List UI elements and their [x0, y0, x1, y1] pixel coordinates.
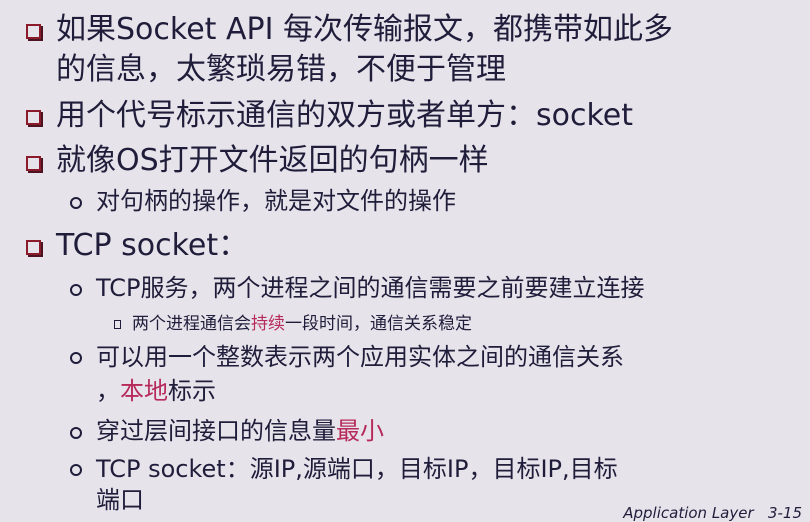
bullet-1-line-1: 如果Socket API 每次传输报文，都携带如此多: [56, 12, 673, 47]
footer-label: Application Layer: [623, 504, 754, 522]
slide: 如果Socket API 每次传输报文，都携带如此多 的信息，太繁琐易错，不便于…: [0, 0, 810, 522]
circle-bullet-icon: [70, 427, 82, 439]
bullet-3-text: 就像OS打开文件返回的句柄一样: [56, 143, 489, 178]
small-square-bullet-icon: [114, 320, 121, 329]
bullet-4-1-text: TCP服务，两个进程之间的通信需要之前要建立连接: [96, 274, 645, 302]
bullet-2-text: 用个代号标示通信的双方或者单方：socket: [56, 98, 634, 133]
page-number: 3-15: [767, 504, 802, 522]
bullet-4-3-highlight: 最小: [336, 417, 384, 445]
square-bullet-icon: [26, 156, 41, 171]
square-bullet-icon: [26, 240, 41, 255]
slide-footer: Application Layer 3-15: [623, 504, 802, 522]
bullet-4-1-1-post: 一段时间，通信关系稳定: [285, 314, 472, 334]
bullet-4-2-line-2-pre: ，: [96, 377, 120, 405]
square-bullet-icon: [26, 24, 41, 39]
square-bullet-icon: [26, 110, 41, 125]
bullet-4-2-line-2-post: 标示: [168, 377, 216, 405]
bullet-4-4-line-2: 端口: [96, 486, 144, 514]
bullet-4-2-highlight: 本地: [120, 377, 168, 405]
bullet-1-line-2: 的信息，太繁琐易错，不便于管理: [56, 52, 506, 87]
bullet-4-3-text: 穿过层间接口的信息量最小: [96, 416, 384, 446]
bullet-3-1-text: 对句柄的操作，就是对文件的操作: [96, 187, 456, 215]
circle-bullet-icon: [70, 284, 82, 296]
circle-bullet-icon: [70, 352, 82, 364]
bullet-4-1-1-highlight: 持续: [251, 314, 285, 334]
bullet-4-3-pre: 穿过层间接口的信息量: [96, 417, 336, 445]
bullet-4-4-line-1: TCP socket：源IP,源端口，目标IP，目标IP,目标: [96, 455, 618, 483]
bullet-4-2-line-2: ，本地标示: [96, 376, 216, 406]
bullet-4-1-1-pre: 两个进程通信会: [132, 314, 251, 334]
circle-bullet-icon: [70, 464, 82, 476]
bullet-4-text: TCP socket：: [56, 228, 249, 263]
circle-bullet-icon: [70, 197, 82, 209]
bullet-4-2-line-1: 可以用一个整数表示两个应用实体之间的通信关系: [96, 343, 624, 371]
bullet-4-1-1-text: 两个进程通信会持续一段时间，通信关系稳定: [132, 313, 472, 335]
